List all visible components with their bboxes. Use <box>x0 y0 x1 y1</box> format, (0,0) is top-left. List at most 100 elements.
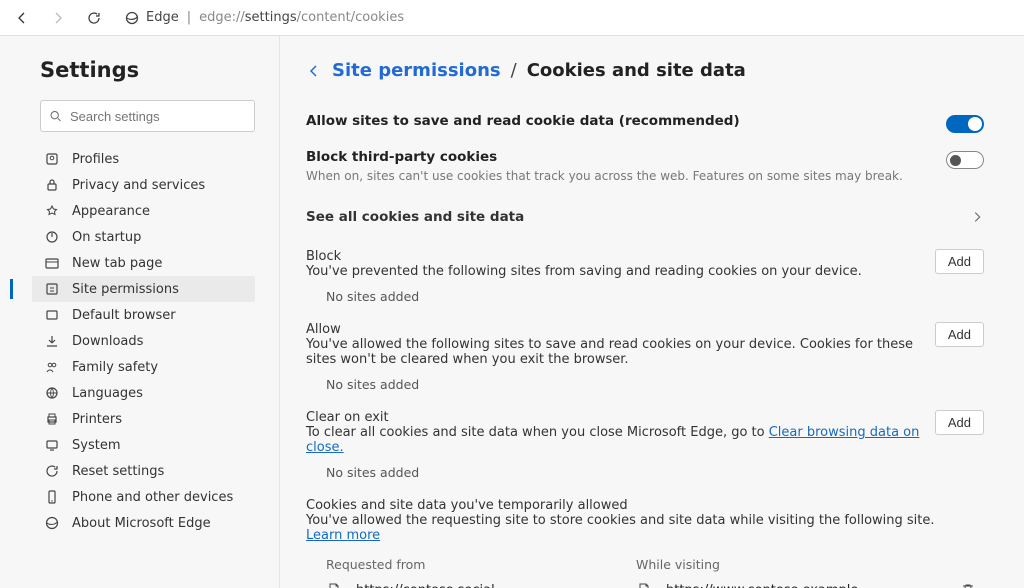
col-requested-from: Requested from <box>326 557 636 572</box>
sidebar-item-family[interactable]: Family safety <box>32 354 255 380</box>
sidebar-item-label: Profiles <box>72 152 119 167</box>
sidebar-item-about[interactable]: About Microsoft Edge <box>32 510 255 536</box>
while-visiting-url: https://www.contoso.example <box>666 583 858 588</box>
sidebar-item-label: System <box>72 438 120 453</box>
chevron-right-icon <box>970 210 984 224</box>
sidebar-item-printer[interactable]: Printers <box>32 406 255 432</box>
language-icon <box>44 385 60 401</box>
see-all-cookies-label: See all cookies and site data <box>306 209 524 225</box>
block-thirdparty-label: Block third-party cookies <box>306 149 903 165</box>
allow-cookies-toggle[interactable] <box>946 115 984 133</box>
trash-icon <box>960 582 976 588</box>
system-icon <box>44 437 60 453</box>
clear-section-desc: To clear all cookies and site data when … <box>306 425 935 455</box>
sidebar-item-label: Family safety <box>72 360 158 375</box>
sidebar-item-phone[interactable]: Phone and other devices <box>32 484 255 510</box>
settings-nav: Profiles Privacy and services Appearance On… <box>32 146 255 536</box>
address-separator: | <box>187 10 191 25</box>
sidebar-item-default[interactable]: Default browser <box>32 302 255 328</box>
allow-add-button[interactable]: Add <box>935 322 984 347</box>
sidebar-item-system[interactable]: System <box>32 432 255 458</box>
sidebar-item-label: Appearance <box>72 204 150 219</box>
sidebar-item-lock[interactable]: Privacy and services <box>32 172 255 198</box>
address-url: edge://settings/content/cookies <box>199 10 404 25</box>
sidebar-item-newtab[interactable]: New tab page <box>32 250 255 276</box>
newtab-icon <box>44 255 60 271</box>
printer-icon <box>44 411 60 427</box>
search-input[interactable] <box>70 109 246 124</box>
clear-section-title: Clear on exit <box>306 410 935 425</box>
appearance-icon <box>44 203 60 219</box>
block-empty-text: No sites added <box>326 289 984 304</box>
temp-section-title: Cookies and site data you've temporarily… <box>306 498 984 513</box>
page-icon <box>636 582 652 588</box>
edge-icon <box>124 10 140 26</box>
allow-cookies-label: Allow sites to save and read cookie data… <box>306 113 740 129</box>
sidebar-item-label: About Microsoft Edge <box>72 516 211 531</box>
about-icon <box>44 515 60 531</box>
sidebar-item-appearance[interactable]: Appearance <box>32 198 255 224</box>
sidebar-item-label: Printers <box>72 412 122 427</box>
sidebar-item-language[interactable]: Languages <box>32 380 255 406</box>
address-brand: Edge <box>146 10 179 25</box>
reset-icon <box>44 463 60 479</box>
sidebar-item-label: Default browser <box>72 308 176 323</box>
site-icon <box>44 281 60 297</box>
clear-on-exit-section: Clear on exit To clear all cookies and s… <box>306 410 984 480</box>
sidebar-item-site[interactable]: Site permissions <box>32 276 255 302</box>
delete-entry-button[interactable] <box>960 582 984 588</box>
temp-allowed-table: Requested from While visiting https://co… <box>306 557 984 588</box>
forward-button[interactable] <box>44 4 72 32</box>
requested-from-url: https://contoso.social <box>356 583 495 588</box>
breadcrumb-current: Cookies and site data <box>527 60 746 81</box>
block-section-title: Block <box>306 249 862 264</box>
sidebar-item-reset[interactable]: Reset settings <box>32 458 255 484</box>
sidebar-item-label: Phone and other devices <box>72 490 233 505</box>
address-bar[interactable]: Edge | edge://settings/content/cookies <box>124 10 404 26</box>
profiles-icon <box>44 151 60 167</box>
allow-section-title: Allow <box>306 322 935 337</box>
back-button[interactable] <box>8 4 36 32</box>
allow-section: Allow You've allowed the following sites… <box>306 322 984 392</box>
temp-allowed-section: Cookies and site data you've temporarily… <box>306 498 984 588</box>
breadcrumb-separator: / <box>511 60 517 81</box>
lock-icon <box>44 177 60 193</box>
block-thirdparty-toggle[interactable] <box>946 151 984 169</box>
sidebar-item-profiles[interactable]: Profiles <box>32 146 255 172</box>
sidebar-item-label: On startup <box>72 230 141 245</box>
allow-cookies-row: Allow sites to save and read cookie data… <box>306 107 984 143</box>
settings-sidebar: Settings Profiles Privacy and services App… <box>0 36 280 588</box>
allow-section-desc: You've allowed the following sites to sa… <box>306 337 935 367</box>
block-thirdparty-desc: When on, sites can't use cookies that tr… <box>306 168 903 185</box>
see-all-cookies-link[interactable]: See all cookies and site data <box>306 195 984 231</box>
phone-icon <box>44 489 60 505</box>
allow-empty-text: No sites added <box>326 377 984 392</box>
sidebar-item-label: Reset settings <box>72 464 164 479</box>
refresh-button[interactable] <box>80 4 108 32</box>
browser-toolbar: Edge | edge://settings/content/cookies <box>0 0 1024 36</box>
power-icon <box>44 229 60 245</box>
sidebar-item-label: Site permissions <box>72 282 179 297</box>
sidebar-item-label: Languages <box>72 386 143 401</box>
sidebar-item-power[interactable]: On startup <box>32 224 255 250</box>
block-section-desc: You've prevented the following sites fro… <box>306 264 862 279</box>
clear-add-button[interactable]: Add <box>935 410 984 435</box>
sidebar-item-download[interactable]: Downloads <box>32 328 255 354</box>
temp-section-desc: You've allowed the requesting site to st… <box>306 513 946 543</box>
learn-more-link[interactable]: Learn more <box>306 528 380 543</box>
clear-empty-text: No sites added <box>326 465 984 480</box>
block-section: Block You've prevented the following sit… <box>306 249 984 304</box>
page-icon <box>326 582 342 588</box>
block-thirdparty-row: Block third-party cookies When on, sites… <box>306 143 984 195</box>
col-while-visiting: While visiting <box>636 557 984 572</box>
settings-search[interactable] <box>40 100 255 132</box>
block-add-button[interactable]: Add <box>935 249 984 274</box>
breadcrumb-parent-link[interactable]: Site permissions <box>332 60 501 81</box>
sidebar-item-label: New tab page <box>72 256 162 271</box>
sidebar-item-label: Downloads <box>72 334 143 349</box>
sidebar-item-label: Privacy and services <box>72 178 205 193</box>
breadcrumb-back-button[interactable] <box>306 63 322 79</box>
download-icon <box>44 333 60 349</box>
breadcrumb: Site permissions / Cookies and site data <box>306 60 984 81</box>
settings-title: Settings <box>40 58 255 82</box>
